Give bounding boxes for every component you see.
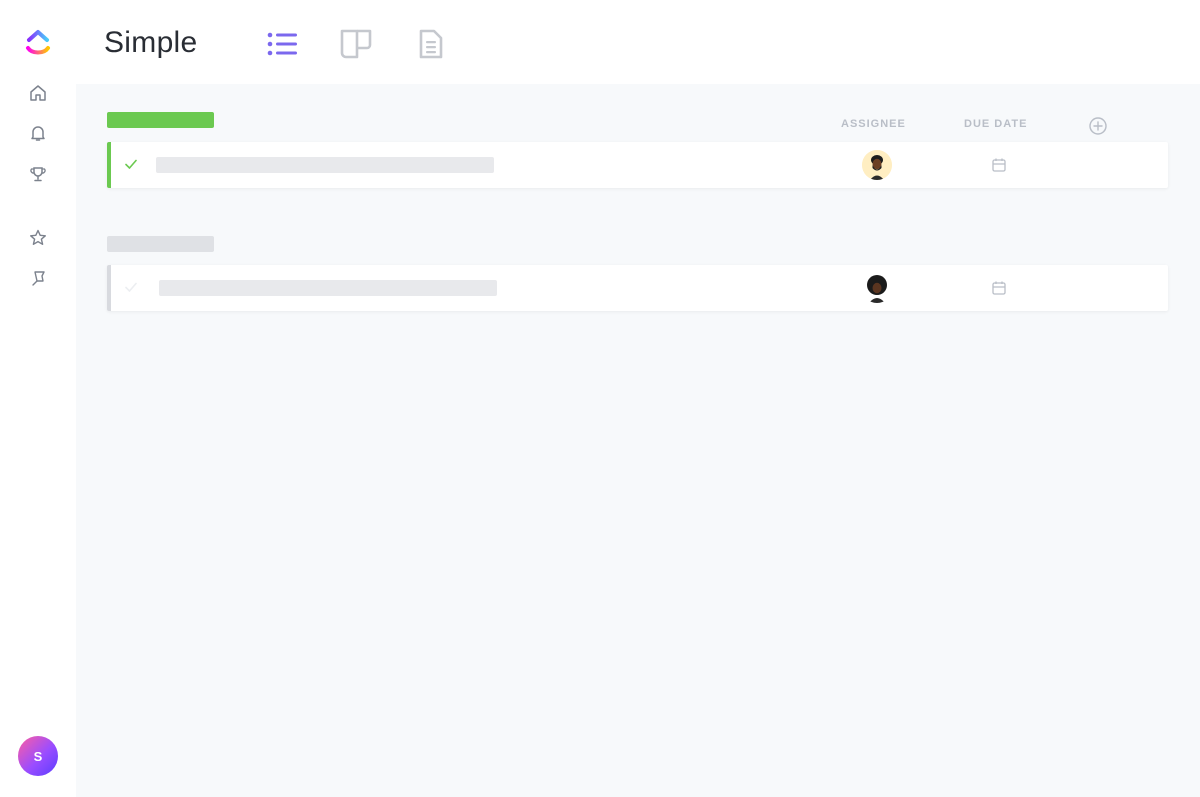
- column-header-due-date[interactable]: DUE DATE: [964, 118, 1027, 130]
- checkmark-icon[interactable]: [123, 279, 139, 295]
- doc-view-icon[interactable]: [413, 26, 449, 62]
- user-avatar-initial: S: [33, 748, 43, 764]
- status-group-header-complete[interactable]: [107, 112, 214, 128]
- assignee-avatar[interactable]: [862, 273, 892, 303]
- clickup-logo-icon[interactable]: [24, 26, 52, 58]
- calendar-icon[interactable]: [991, 157, 1007, 173]
- task-row[interactable]: [107, 265, 1168, 311]
- bell-icon[interactable]: [26, 121, 50, 145]
- pin-icon[interactable]: [26, 266, 50, 290]
- assignee-avatar[interactable]: [862, 150, 892, 180]
- status-indicator: [107, 142, 111, 188]
- status-group-header-open[interactable]: [107, 236, 214, 252]
- home-icon[interactable]: [26, 81, 50, 105]
- column-header-assignee[interactable]: ASSIGNEE: [841, 118, 906, 130]
- trophy-icon[interactable]: [26, 162, 50, 186]
- header: Simple: [76, 0, 1200, 84]
- task-name-placeholder[interactable]: [156, 157, 494, 173]
- page-title: Simple: [104, 26, 198, 59]
- star-icon[interactable]: [26, 226, 50, 250]
- board-view-icon[interactable]: [338, 26, 374, 62]
- calendar-icon[interactable]: [991, 280, 1007, 296]
- checkmark-icon[interactable]: [123, 156, 139, 172]
- plus-circle-icon[interactable]: [1088, 116, 1108, 136]
- task-row[interactable]: [107, 142, 1168, 188]
- list-view-icon[interactable]: [264, 26, 300, 62]
- task-list-view: ASSIGNEE DUE DATE: [76, 84, 1200, 797]
- user-avatar[interactable]: S: [18, 736, 58, 776]
- status-indicator: [107, 265, 111, 311]
- sidebar: S: [0, 0, 76, 797]
- task-name-placeholder[interactable]: [159, 280, 497, 296]
